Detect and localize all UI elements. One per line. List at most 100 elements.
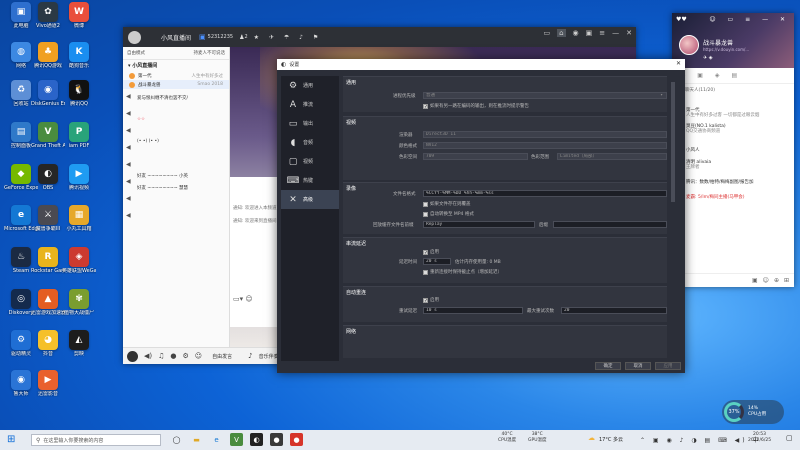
remux-checkbox[interactable]: 自动转换至 MP4 格式 xyxy=(423,211,474,217)
filename-input[interactable]: %CCYY-%MM-%DD %hh-%mm-%ss xyxy=(423,190,667,197)
mic-icon[interactable]: ♫ xyxy=(158,352,164,360)
checkbox-box[interactable] xyxy=(423,269,428,275)
chat-tool-icon[interactable]: ◀ xyxy=(126,161,134,168)
nav-item[interactable]: ◖ 音频 xyxy=(281,133,339,152)
process-priority-select[interactable]: 普通 ▾ xyxy=(423,92,667,99)
music-button[interactable]: 音乐伴奏 xyxy=(259,353,279,360)
settings-icon[interactable]: ⚙ xyxy=(183,352,189,360)
color-space-select[interactable]: 709 xyxy=(423,153,528,160)
desktop-icon[interactable]: ◭ 剪映 xyxy=(63,330,95,357)
emoji-bar[interactable]: ▭▾ ☺ xyxy=(233,295,253,303)
chat-link[interactable]: https://v.douyin.com/... xyxy=(703,47,749,52)
task-view-icon[interactable]: ◯ xyxy=(170,433,183,446)
desktop-icon[interactable]: ▶ 迅雷影音 xyxy=(32,370,64,397)
music-icon[interactable]: ♪ xyxy=(248,352,252,360)
user-avatar[interactable] xyxy=(679,35,699,55)
warn-checkbox[interactable]: 如果有另一路在编码的输出，则在推流时提示警告 xyxy=(423,103,529,109)
tray-icons[interactable]: ⌃ ▣ ◉ ♪ ◑ ▤ ⌨ ◀) 中 xyxy=(640,435,762,444)
menu-icon[interactable]: ≡ xyxy=(599,29,605,37)
checkbox-box[interactable] xyxy=(423,201,428,207)
chat-input-bar[interactable]: ▣ ☺ ⊕ ⊞ xyxy=(672,273,794,287)
avatar[interactable] xyxy=(127,350,138,362)
chat-tool-icon[interactable]: ◀ xyxy=(126,195,134,202)
chat-tool-icon[interactable]: ◀ xyxy=(126,144,134,151)
chat-tool-icon[interactable]: ◀ xyxy=(126,127,134,134)
desktop-icon[interactable]: ◐ OBS xyxy=(32,164,64,191)
gtav-icon[interactable]: V xyxy=(230,433,243,446)
ok-button[interactable]: 确定 xyxy=(595,362,621,370)
max-retries-spinbox[interactable]: 20 xyxy=(561,307,667,314)
nav-item[interactable]: ✕ 高级 xyxy=(281,190,339,209)
checkbox-box[interactable] xyxy=(423,249,428,255)
chat-message[interactable]: 第一代 人生中有好多过客 一切都是过眼云烟 xyxy=(674,108,790,118)
channel-name[interactable]: ▾ 小风直播间 xyxy=(123,60,229,71)
free-speak-button[interactable]: 自由发言 xyxy=(212,353,232,360)
nav-item[interactable]: ▭ 输出 xyxy=(281,114,339,133)
nav-item[interactable]: ⌨ 热键 xyxy=(281,171,339,190)
settings-scrollbar[interactable] xyxy=(671,76,675,358)
desktop-icon[interactable]: ⚔ 魔兽争霸III xyxy=(32,205,64,232)
desktop-icon[interactable]: ♣ 腾讯QQ游戏 xyxy=(32,42,64,69)
follow-icon[interactable]: ✈ ◈ xyxy=(703,55,713,61)
chat-message[interactable]: 腾讯：数数/柏特/梅梅副图/报告加 xyxy=(674,178,790,187)
notification-icon[interactable]: ▢ xyxy=(786,434,793,442)
screen-share-icon[interactable]: ▭ xyxy=(543,29,550,37)
apply-button[interactable]: 应用 xyxy=(655,362,681,370)
tab-icon[interactable]: ▤ xyxy=(732,72,738,79)
member-item[interactable]: 战斗暴龙兽 Smao 2018 xyxy=(123,80,229,89)
close-icon[interactable]: ✕ xyxy=(676,60,681,67)
replay-prefix-input[interactable]: Replay xyxy=(423,221,535,228)
tab-icon[interactable]: ◈ xyxy=(715,72,720,79)
chat-tool-icon[interactable]: ◀ xyxy=(126,93,134,100)
edge-icon[interactable]: e xyxy=(210,433,223,446)
chat-tool-icon[interactable]: ◀ xyxy=(126,110,134,117)
color-range-select[interactable]: Limited（局部） xyxy=(557,153,667,160)
desktop-icon[interactable]: Piam PDF xyxy=(63,122,95,149)
close-icon[interactable]: ✕ xyxy=(626,29,632,37)
taskbar-search[interactable]: ⚲ 在这里输入你要搜索的内容 xyxy=(31,434,161,446)
desktop-icon[interactable]: ◈英雄联盟WeGame xyxy=(62,247,96,274)
desktop-icon[interactable]: K 酷狗音乐 xyxy=(63,42,95,69)
desktop-icon[interactable]: ▲ 迅雷游戏加速器 xyxy=(31,289,65,316)
color-format-select[interactable]: NV12 xyxy=(423,142,667,149)
replay-suffix-input[interactable] xyxy=(553,221,667,228)
nav-item[interactable]: ⚙ 通用 xyxy=(281,76,339,95)
file-explorer-icon[interactable]: ▬ xyxy=(190,433,203,446)
desktop-icon[interactable]: VGrand Theft Auto V xyxy=(31,122,65,149)
record-icon[interactable]: ● xyxy=(170,352,176,360)
cpu-widget[interactable]: 37% 14% CPU占用 xyxy=(722,400,784,424)
delay-enable-checkbox[interactable]: 启用 xyxy=(423,249,439,255)
chat-message[interactable]: 清明 alivaia 王牌者 xyxy=(674,160,790,170)
desktop-icon[interactable]: ◉DiskGenius Engineer xyxy=(31,80,65,107)
desktop-icon[interactable]: ▦ 小丸工具箱 xyxy=(63,205,95,232)
chat-message[interactable]: 小风人 xyxy=(674,146,790,155)
tab-icon[interactable]: ▣ xyxy=(697,72,703,79)
windows-start-icon[interactable]: ⊞ xyxy=(7,434,15,446)
desktop-icon[interactable]: ✾ 植物大战僵尸 xyxy=(63,289,95,316)
checkbox-box[interactable] xyxy=(423,103,428,109)
chat-window-controls[interactable]: ☺ ▭ ≡ — ✕ xyxy=(709,16,790,23)
desktop-icon[interactable]: ✿ Vivo通道2 xyxy=(32,2,64,29)
volume-icon[interactable]: ◀) xyxy=(144,352,152,360)
chat-room-tab[interactable]: 频道聊天人(11/20) xyxy=(672,84,794,96)
desktop-icon[interactable]: W 微博 xyxy=(63,2,95,29)
qq-mode-label[interactable]: 自由模式 xyxy=(127,50,145,56)
plus-icon[interactable]: ⊞ xyxy=(784,277,789,284)
chat-tool-icon[interactable]: ◀ xyxy=(126,178,134,185)
home-icon[interactable]: ⌂ xyxy=(557,29,566,37)
chat-message[interactable]: 臭豆(NO.1 kalista) QQ交通协商频道 xyxy=(674,124,790,134)
qq-task-icon[interactable]: ● xyxy=(270,433,283,446)
game-icon[interactable]: ◉ xyxy=(573,29,579,37)
overwrite-checkbox[interactable]: 如果文件存在则覆盖 xyxy=(423,201,471,207)
nav-item[interactable]: ▢ 视频 xyxy=(281,152,339,171)
cancel-button[interactable]: 取消 xyxy=(625,362,651,370)
obs-task-icon[interactable]: ◐ xyxy=(250,433,263,446)
qq-window-controls[interactable]: ▭ ⌂ ◉ ▣ ≡ — ✕ xyxy=(543,29,632,37)
chat-message[interactable]: 麦霸: 5/lm/梅同主播(马甲会) xyxy=(674,193,790,202)
chat-tool-icon[interactable]: ◀ xyxy=(126,212,134,219)
send-icon[interactable]: ☺ xyxy=(763,277,769,284)
desktop-icon[interactable]: ◕ 抖音 xyxy=(32,330,64,357)
nav-item[interactable]: A 推流 xyxy=(281,95,339,114)
member-item[interactable]: 第一代 人生中有好多过 xyxy=(123,71,229,80)
retry-delay-spinbox[interactable]: 10 s xyxy=(423,307,523,314)
